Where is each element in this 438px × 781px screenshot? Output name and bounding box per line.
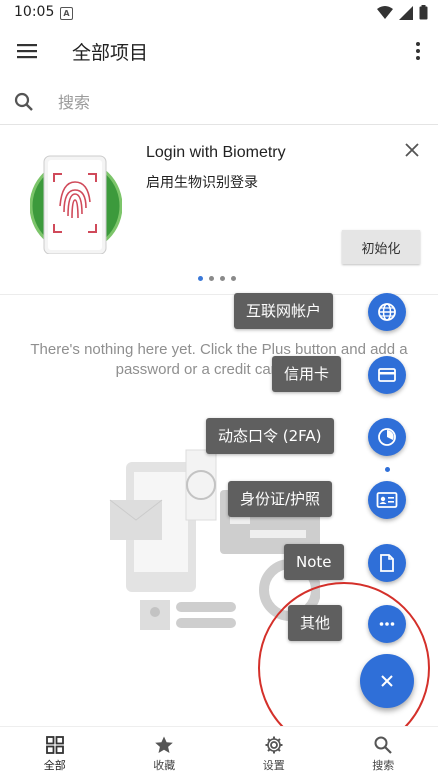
pager-dot bbox=[231, 276, 236, 281]
pager-dot bbox=[220, 276, 225, 281]
star-icon bbox=[154, 735, 174, 755]
battery-icon bbox=[419, 5, 428, 20]
nav-label-settings: 设置 bbox=[263, 757, 285, 773]
biometry-promo-card: Login with Biometry 启用生物识别登录 初始化 bbox=[0, 126, 438, 295]
nav-label-favorites: 收藏 bbox=[153, 757, 175, 773]
document-icon[interactable] bbox=[368, 544, 406, 582]
nav-item-favorites[interactable]: 收藏 bbox=[110, 727, 220, 781]
speed-dial-label-credit-card[interactable]: 信用卡 bbox=[272, 356, 341, 392]
promo-subtitle: 启用生物识别登录 bbox=[146, 172, 258, 192]
initialize-button[interactable]: 初始化 bbox=[342, 230, 420, 264]
nav-label-search: 搜索 bbox=[372, 757, 394, 773]
menu-icon[interactable] bbox=[14, 38, 40, 64]
nav-item-all[interactable]: 全部 bbox=[0, 727, 110, 781]
close-fab-button[interactable] bbox=[360, 654, 414, 708]
status-bar: 10:05 A bbox=[0, 0, 438, 26]
signal-icon bbox=[399, 6, 413, 20]
search-bar bbox=[0, 80, 438, 125]
speed-dial-label-internet-account[interactable]: 互联网帐户 bbox=[234, 293, 333, 329]
status-time: 10:05 bbox=[14, 4, 54, 20]
speed-dial-label-id-passport[interactable]: 身份证/护照 bbox=[228, 481, 332, 517]
nav-label-all: 全部 bbox=[44, 757, 66, 773]
close-icon[interactable] bbox=[404, 142, 420, 158]
bottom-navigation: 全部 收藏 设置 搜索 bbox=[0, 726, 438, 781]
app-bar: 全部项目 bbox=[0, 26, 438, 76]
speed-dial-label-2fa[interactable]: 动态口令 (2FA) bbox=[206, 418, 334, 454]
search-icon bbox=[373, 735, 393, 755]
pager-dot bbox=[198, 276, 203, 281]
nav-item-settings[interactable]: 设置 bbox=[219, 727, 329, 781]
wifi-icon bbox=[377, 6, 393, 20]
nav-item-search[interactable]: 搜索 bbox=[329, 727, 438, 781]
more-vert-icon[interactable] bbox=[408, 38, 428, 64]
id-card-icon[interactable] bbox=[368, 481, 406, 519]
globe-icon[interactable] bbox=[368, 293, 406, 331]
fingerprint-phone-icon bbox=[30, 154, 122, 254]
search-input[interactable] bbox=[56, 88, 420, 116]
indicator-dot bbox=[385, 467, 390, 472]
promo-title: Login with Biometry bbox=[146, 144, 286, 162]
promo-pager bbox=[198, 276, 236, 281]
close-icon bbox=[379, 673, 395, 689]
page-title: 全部项目 bbox=[72, 38, 148, 65]
status-icons bbox=[377, 5, 428, 20]
grid-icon bbox=[45, 735, 65, 755]
timer-icon[interactable] bbox=[368, 418, 406, 456]
search-icon bbox=[12, 90, 36, 114]
empty-state-message: There's nothing here yet. Click the Plus… bbox=[18, 340, 420, 380]
credit-card-icon[interactable] bbox=[368, 356, 406, 394]
pager-dot bbox=[209, 276, 214, 281]
gear-icon bbox=[264, 735, 284, 755]
speed-dial-label-note[interactable]: Note bbox=[284, 544, 344, 580]
notification-icon: A bbox=[60, 7, 73, 20]
